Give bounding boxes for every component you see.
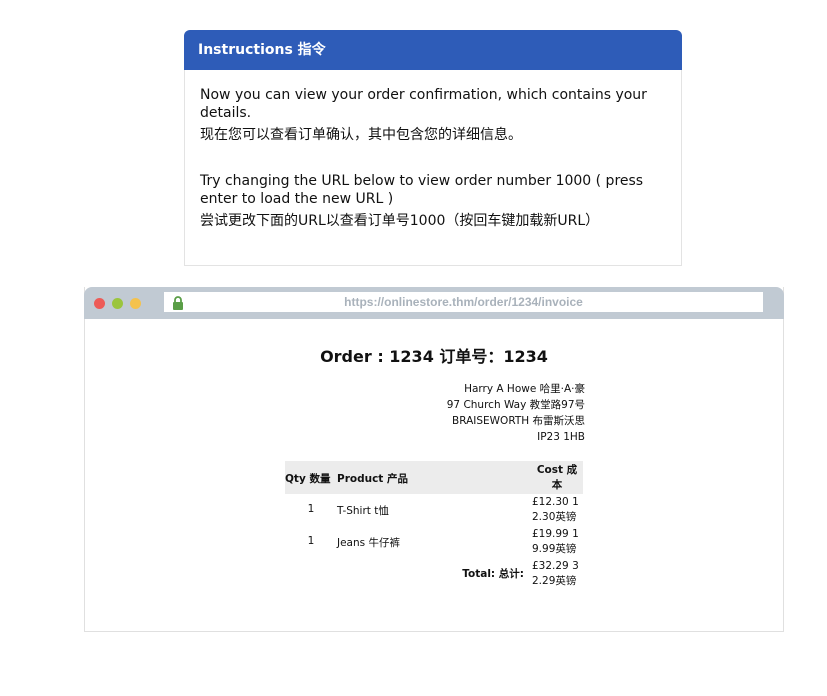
- row-product: T-Shirt t恤: [337, 505, 389, 517]
- total-value: £32.29 32.29英镑: [532, 560, 579, 587]
- minimize-window-icon[interactable]: [130, 298, 141, 309]
- instructions-para2-zh: 尝试更改下面的URL以查看订单号1000（按回车键加载新URL）: [200, 213, 600, 229]
- total-label: Total: 总计:: [462, 568, 524, 580]
- header-product: Product 产品: [337, 473, 408, 485]
- address-name: Harry A Howe 哈里·A·豪: [464, 383, 585, 395]
- invoice-table: Qty 数量 Product 产品 Cost 成本 1 T-Shirt t恤 £…: [285, 461, 583, 590]
- shipping-address: Harry A Howe 哈里·A·豪 97 Church Way 教堂路97号…: [365, 381, 585, 445]
- maximize-window-icon[interactable]: [112, 298, 123, 309]
- instructions-para1-zh: 现在您可以查看订单确认，其中包含您的详细信息。: [200, 127, 522, 143]
- table-row: 1 T-Shirt t恤 £12.30 12.30英镑: [285, 494, 583, 526]
- address-street: 97 Church Way 教堂路97号: [446, 399, 585, 411]
- instructions-body: Now you can view your order confirmation…: [185, 70, 681, 230]
- instructions-card: Instructions 指令 Now you can view your or…: [184, 30, 682, 266]
- instructions-title: Instructions 指令: [184, 30, 682, 70]
- header-qty: Qty 数量: [285, 473, 331, 485]
- row-cost: £19.99 19.99英镑: [532, 528, 579, 555]
- header-cost: Cost 成本: [536, 464, 578, 491]
- address-city: BRAISEWORTH 布雷斯沃思: [452, 415, 585, 427]
- row-cost: £12.30 12.30英镑: [532, 496, 579, 523]
- browser-window: https://onlinestore.thm/order/1234/invoi…: [84, 287, 784, 632]
- close-window-icon[interactable]: [94, 298, 105, 309]
- address-postcode: IP23 1HB: [537, 431, 585, 443]
- invoice-page: Order : 1234 订单号：1234 Harry A Howe 哈里·A·…: [85, 319, 783, 631]
- row-qty: 1: [307, 503, 315, 515]
- instructions-para1-en: Now you can view your order confirmation…: [200, 87, 647, 121]
- row-product: Jeans 牛仔裤: [337, 537, 400, 549]
- table-row: 1 Jeans 牛仔裤 £19.99 19.99英镑: [285, 526, 583, 558]
- total-row: Total: 总计: £32.29 32.29英镑: [285, 558, 583, 590]
- order-title: Order : 1234 订单号：1234: [320, 347, 548, 366]
- lock-icon: [173, 296, 183, 310]
- instructions-para2-en: Try changing the URL below to view order…: [200, 173, 644, 207]
- invoice-table-header: Qty 数量 Product 产品 Cost 成本: [285, 461, 583, 494]
- row-qty: 1: [307, 535, 315, 547]
- url-bar[interactable]: https://onlinestore.thm/order/1234/invoi…: [164, 292, 763, 312]
- page: Instructions 指令 Now you can view your or…: [0, 0, 827, 696]
- browser-toolbar: https://onlinestore.thm/order/1234/invoi…: [84, 287, 784, 319]
